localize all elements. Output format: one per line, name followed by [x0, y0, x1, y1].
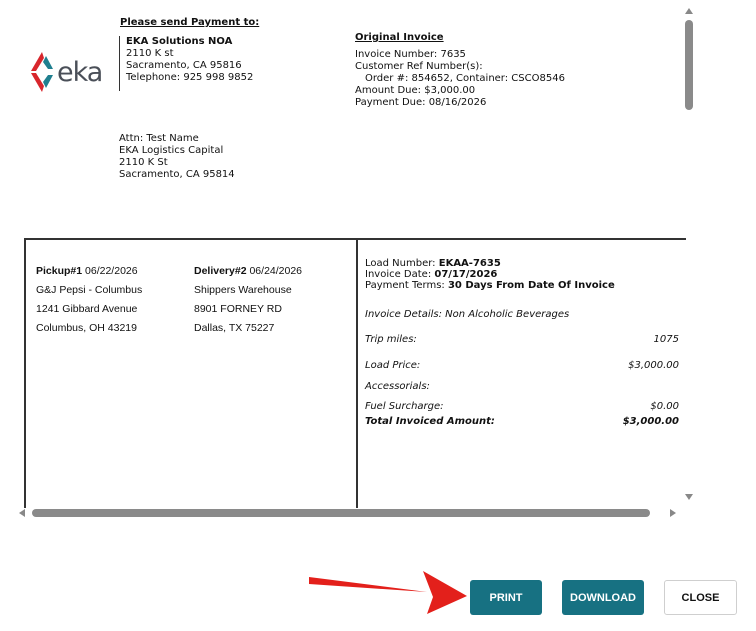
invoice-number: Invoice Number: 7635	[355, 49, 466, 60]
delivery-label: Delivery#2	[194, 265, 247, 277]
fuel-surcharge-row: Fuel Surcharge: $0.00	[365, 401, 679, 412]
remit-phone: Telephone: 925 998 9852	[126, 72, 254, 83]
attn-line: Attn: Test Name	[119, 133, 199, 144]
pickup-block: Pickup#1 06/22/2026 G&J Pepsi - Columbus…	[36, 262, 142, 338]
vertical-scrollbar[interactable]	[682, 0, 700, 505]
original-invoice-block: Original Invoice Invoice Number: 7635 Cu…	[355, 32, 565, 109]
amount-due: Amount Due: $3,000.00	[355, 85, 476, 96]
horizontal-scrollbar[interactable]	[0, 505, 682, 520]
attn-city: Sacramento, CA 95814	[119, 169, 235, 180]
trip-miles-row: Trip miles: 1075	[365, 334, 679, 345]
total-row: Total Invoiced Amount: $3,000.00	[365, 416, 679, 427]
scroll-up-arrow-icon[interactable]	[685, 8, 693, 14]
scroll-down-arrow-icon[interactable]	[685, 494, 693, 500]
bill-to-address: Attn: Test Name EKA Logistics Capital 21…	[119, 133, 235, 181]
pickup-city: Columbus, OH 43219	[36, 322, 137, 334]
remit-street: 2110 K st	[126, 48, 174, 59]
payment-terms: 30 Days From Date Of Invoice	[447, 280, 615, 291]
original-invoice-title: Original Invoice	[355, 32, 444, 43]
payment-due: Payment Due: 08/16/2026	[355, 97, 487, 108]
delivery-city: Dallas, TX 75227	[194, 322, 275, 334]
close-button[interactable]: CLOSE	[664, 580, 737, 615]
red-arrow-icon	[309, 571, 467, 614]
payment-terms-label: Payment Terms:	[365, 280, 445, 291]
horizontal-scroll-thumb[interactable]	[32, 509, 650, 517]
delivery-block: Delivery#2 06/24/2026 Shippers Warehouse…	[194, 262, 302, 338]
load-price-row: Load Price: $3,000.00	[365, 360, 679, 371]
delivery-date: 06/24/2026	[249, 265, 303, 277]
pickup-label: Pickup#1	[36, 265, 83, 277]
load-number-label: Load Number:	[365, 258, 436, 269]
table-divider	[356, 240, 358, 508]
invoice-details-line: Invoice Details: Non Alcoholic Beverages	[365, 309, 570, 320]
invoice-document: Please send Payment to: eka EKA Solution…	[0, 0, 686, 508]
invoice-date-label: Invoice Date:	[365, 269, 432, 280]
customer-ref-label: Customer Ref Number(s):	[355, 61, 483, 72]
pickup-date: 06/22/2026	[85, 265, 138, 277]
customer-ref-detail: Order #: 854652, Container: CSCO8546	[365, 73, 565, 84]
scroll-right-arrow-icon[interactable]	[670, 509, 676, 517]
remit-city: Sacramento, CA 95816	[126, 60, 242, 71]
scroll-left-arrow-icon[interactable]	[19, 509, 25, 517]
invoice-preview[interactable]: Please send Payment to: eka EKA Solution…	[0, 0, 700, 520]
delivery-company: Shippers Warehouse	[194, 284, 292, 296]
attn-street: 2110 K St	[119, 157, 168, 168]
pickup-street: 1241 Gibbard Avenue	[36, 303, 138, 315]
load-summary: Load Number: EKAA-7635 Invoice Date: 07/…	[365, 258, 679, 427]
accessorials-row: Accessorials:	[365, 381, 430, 392]
delivery-street: 8901 FORNEY RD	[194, 303, 282, 315]
print-button[interactable]: PRINT	[470, 580, 542, 615]
eka-logo-mark	[31, 52, 53, 92]
invoice-date: 07/17/2026	[434, 269, 498, 280]
attn-company: EKA Logistics Capital	[119, 145, 224, 156]
eka-logo-text: eka	[57, 56, 103, 88]
invoice-details-table: Pickup#1 06/22/2026 G&J Pepsi - Columbus…	[24, 238, 686, 508]
remit-name: EKA Solutions NOA	[126, 36, 233, 47]
remit-address: EKA Solutions NOA 2110 K st Sacramento, …	[119, 36, 253, 91]
download-button[interactable]: DOWNLOAD	[562, 580, 644, 615]
vertical-scroll-thumb[interactable]	[685, 20, 693, 110]
load-number: EKAA-7635	[438, 258, 501, 269]
eka-logo: eka	[30, 50, 103, 94]
payment-heading: Please send Payment to:	[120, 17, 260, 28]
pickup-company: G&J Pepsi - Columbus	[36, 284, 143, 296]
